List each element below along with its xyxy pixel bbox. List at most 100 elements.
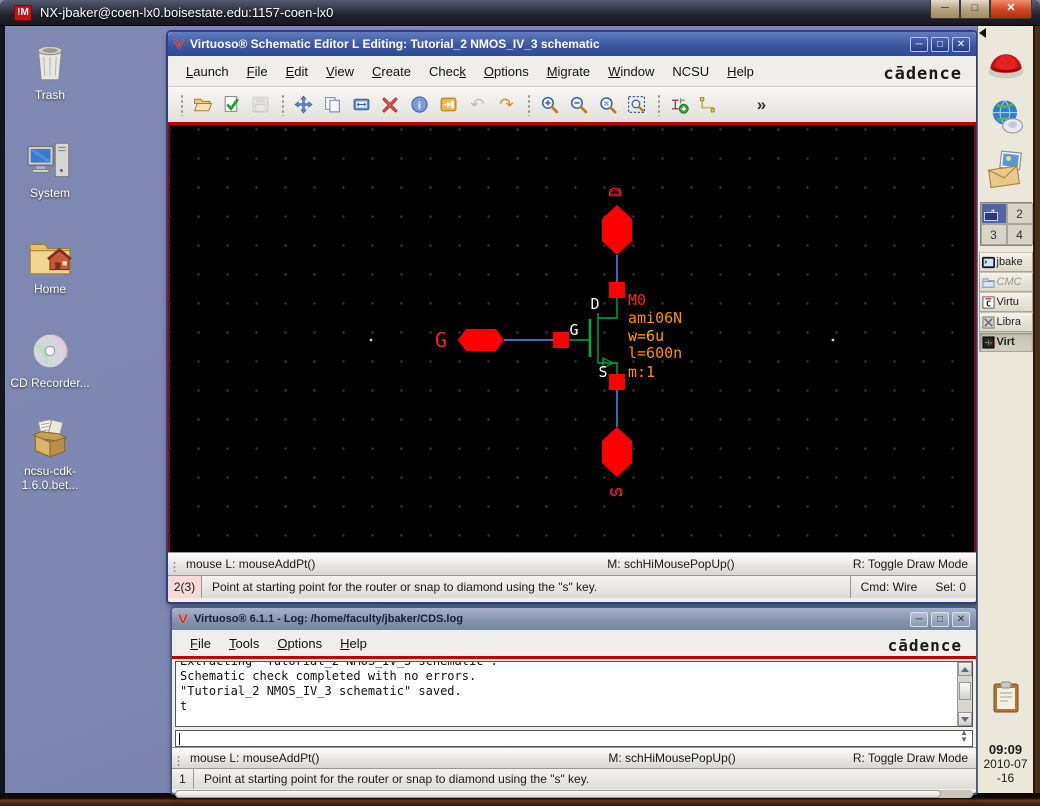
- toolbar-handle[interactable]: [281, 93, 285, 116]
- toolbar-handle[interactable]: [657, 93, 661, 116]
- menu-help[interactable]: Help: [332, 633, 375, 654]
- menu-window[interactable]: Window: [600, 61, 662, 82]
- schematic-window-title: Virtuoso® Schematic Editor L Editing: Tu…: [190, 37, 600, 51]
- schematic-promptbar: 2(3) Point at starting point for the rou…: [168, 575, 976, 598]
- redo-icon[interactable]: ↷: [492, 90, 521, 119]
- menu-options[interactable]: Options: [476, 61, 537, 82]
- desktop-icon-cd-recorder[interactable]: CD Recorder...: [8, 324, 92, 390]
- nx-maximize-button[interactable]: □: [960, 0, 990, 19]
- menu-edit[interactable]: Edit: [278, 61, 316, 82]
- workspace-1[interactable]: 1: [980, 203, 1007, 224]
- scroll-down-icon[interactable]: [958, 712, 972, 726]
- mouse-left-binding: mouse L: mouseAddPt(): [186, 557, 316, 571]
- desktop-icon-trash[interactable]: Trash: [8, 36, 92, 102]
- more-tools-icon[interactable]: »: [747, 90, 776, 119]
- toolbar-handle[interactable]: [180, 93, 184, 116]
- gate-pin-hexagon[interactable]: [458, 329, 504, 351]
- clock-applet[interactable]: 09:09 2010-07 -16: [978, 742, 1033, 785]
- nx-window-titlebar[interactable]: !M NX-jbaker@coen-lx0.boisestate.edu:115…: [0, 0, 1040, 26]
- screen: !M NX-jbaker@coen-lx0.boisestate.edu:115…: [0, 0, 1040, 806]
- web-browser-launcher[interactable]: [983, 94, 1029, 140]
- clipboard-applet[interactable]: [978, 681, 1033, 715]
- svg-text:C: C: [985, 298, 990, 308]
- toolbar-handle[interactable]: [527, 93, 531, 116]
- cadence-c-icon: C: [981, 295, 995, 308]
- create-instance-icon[interactable]: [665, 90, 694, 119]
- query-properties-icon[interactable]: i: [405, 90, 434, 119]
- desktop-icon-system[interactable]: System: [8, 134, 92, 200]
- close-icon[interactable]: ✕: [952, 611, 970, 627]
- desktop-icon-home[interactable]: Home: [8, 230, 92, 296]
- nx-minimize-button[interactable]: ─: [930, 0, 960, 19]
- workspace-2[interactable]: 2: [1006, 203, 1033, 224]
- log-scrollbar[interactable]: [957, 662, 972, 726]
- desktop-edge-right: [1033, 26, 1040, 806]
- library-icon: [981, 315, 995, 329]
- zoom-in-icon[interactable]: [535, 90, 564, 119]
- command-input[interactable]: ▲ ▼: [175, 729, 973, 747]
- selection-count: Sel: 0: [935, 580, 966, 594]
- move-icon[interactable]: [289, 90, 318, 119]
- nx-close-button[interactable]: ✕: [990, 0, 1032, 19]
- task-terminal[interactable]: jbake: [978, 252, 1033, 272]
- panel-hide-arrow-icon[interactable]: [979, 28, 986, 38]
- menu-migrate[interactable]: Migrate: [539, 61, 598, 82]
- zoom-out-icon[interactable]: [564, 90, 593, 119]
- stretch-icon[interactable]: [347, 90, 376, 119]
- task-virtuoso-log[interactable]: C Virtu: [978, 292, 1033, 312]
- menu-file[interactable]: File: [239, 61, 276, 82]
- close-icon[interactable]: ✕: [952, 36, 970, 52]
- task-library-manager[interactable]: Libra: [978, 312, 1033, 332]
- email-launcher[interactable]: [983, 148, 1029, 194]
- nx-logo-icon: !M: [14, 4, 32, 21]
- menu-tools[interactable]: Tools: [221, 633, 267, 654]
- terminal-d: D: [590, 295, 599, 313]
- schematic-titlebar[interactable]: V Virtuoso® Schematic Editor L Editing: …: [168, 32, 976, 56]
- pane-splitter[interactable]: ▲ ▼: [960, 729, 968, 744]
- scroll-up-icon[interactable]: [958, 662, 972, 676]
- schematic-canvas[interactable]: D S G D G S M0 ami06N w=6u l=600n m:1: [168, 125, 976, 552]
- delete-icon[interactable]: [376, 90, 405, 119]
- scroll-thumb[interactable]: [175, 790, 942, 798]
- task-virtuoso-schematic[interactable]: Virt: [978, 332, 1033, 352]
- maximize-icon[interactable]: □: [931, 36, 949, 52]
- menu-view[interactable]: View: [318, 61, 362, 82]
- scroll-thumb[interactable]: [959, 682, 971, 700]
- menu-create[interactable]: Create: [364, 61, 419, 82]
- log-promptbar: 1 Point at starting point for the router…: [172, 768, 976, 789]
- mail-photo-icon: [987, 150, 1022, 189]
- menu-help[interactable]: Help: [719, 61, 762, 82]
- zoom-fit-icon[interactable]: [622, 90, 651, 119]
- prompt-message: Point at starting point for the router o…: [212, 580, 598, 594]
- minimize-icon[interactable]: ─: [910, 36, 928, 52]
- svg-text:i: i: [418, 101, 421, 112]
- task-cmc-folder[interactable]: CMC: [978, 272, 1033, 292]
- menu-options[interactable]: Options: [269, 633, 330, 654]
- menu-launch[interactable]: Launch: [178, 61, 237, 82]
- log-window-title: Virtuoso® 6.1.1 - Log: /home/faculty/jba…: [194, 613, 463, 625]
- descend-icon[interactable]: [434, 90, 463, 119]
- redhat-menu-launcher[interactable]: [983, 40, 1029, 86]
- source-pin-hexagon[interactable]: [602, 427, 632, 477]
- log-menubar: File Tools Options Help: [172, 630, 976, 656]
- drain-pin-hexagon[interactable]: [602, 205, 632, 255]
- menu-ncsu[interactable]: NCSU: [664, 61, 717, 82]
- open-icon[interactable]: [188, 90, 217, 119]
- workspace-3[interactable]: 3: [980, 224, 1007, 245]
- zoom-selected-icon[interactable]: [593, 90, 622, 119]
- prompt-counter: 1: [172, 769, 194, 789]
- create-wire-icon[interactable]: [694, 90, 723, 119]
- undo-icon[interactable]: ↶: [463, 90, 492, 119]
- log-titlebar[interactable]: V Virtuoso® 6.1.1 - Log: /home/faculty/j…: [172, 608, 976, 630]
- log-horizontal-scrollbar[interactable]: [175, 790, 973, 798]
- maximize-icon[interactable]: □: [931, 611, 949, 627]
- workspace-4[interactable]: 4: [1006, 224, 1033, 245]
- minimize-icon[interactable]: ─: [910, 611, 928, 627]
- check-and-save-icon[interactable]: [217, 90, 246, 119]
- menu-check[interactable]: Check: [421, 61, 474, 82]
- copy-icon[interactable]: [318, 90, 347, 119]
- desktop-icon-ncsu-cdk[interactable]: ncsu-cdk-1.6.0.bet...: [8, 412, 92, 492]
- log-output[interactable]: Extracting "Tutorial_2 NMOS_IV_3 schemat…: [175, 661, 973, 727]
- menu-file[interactable]: File: [182, 633, 219, 654]
- save-icon[interactable]: [246, 90, 275, 119]
